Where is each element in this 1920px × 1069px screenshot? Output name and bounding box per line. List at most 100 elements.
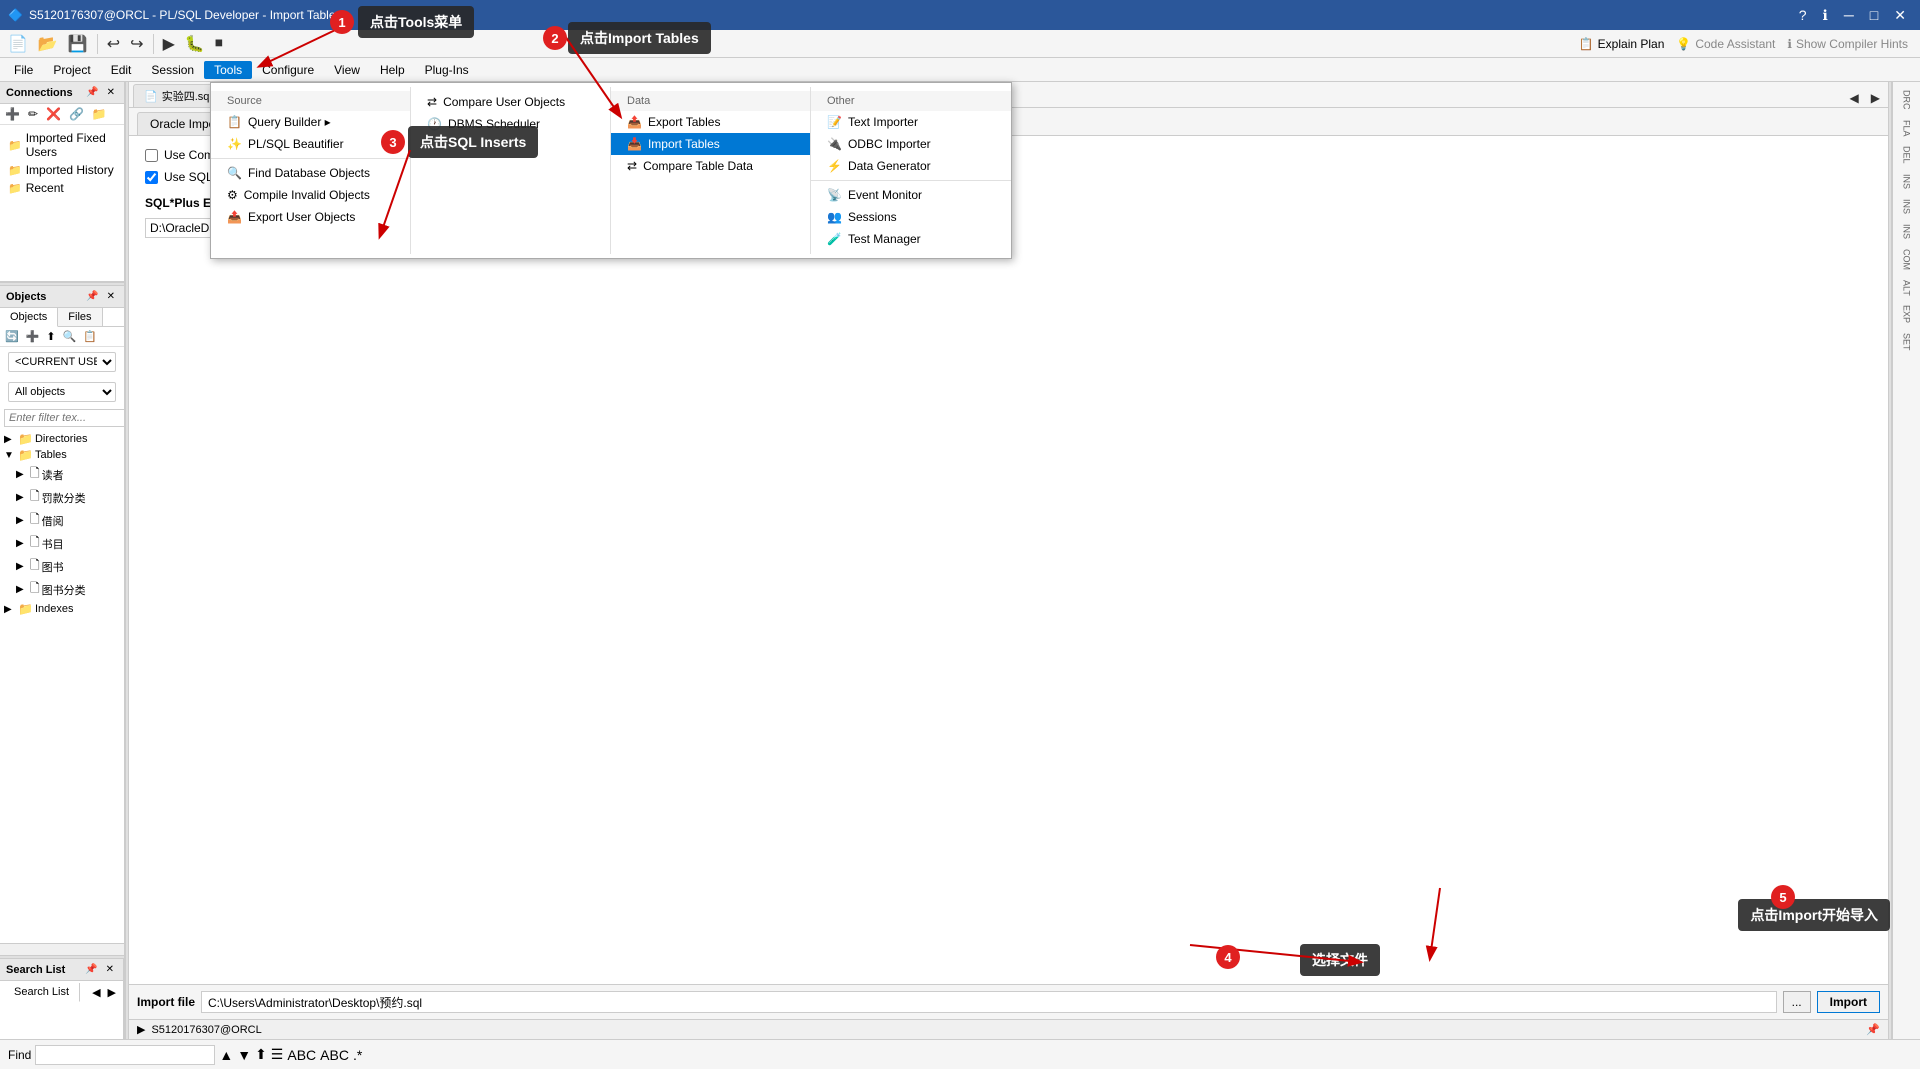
tree-tushu[interactable]: ▶ 🗋 图书 bbox=[0, 555, 124, 578]
stop-btn[interactable]: ⏹ bbox=[211, 33, 227, 55]
tree-fakuan[interactable]: ▶ 🗋 罚款分类 bbox=[0, 486, 124, 509]
user-dropdown[interactable]: <CURRENT USER> bbox=[8, 352, 116, 372]
tree-duzhe[interactable]: ▶ 🗋 读者 bbox=[0, 463, 124, 486]
window-controls[interactable]: ? ℹ ─ □ ✕ bbox=[1793, 5, 1912, 26]
search-nav-left[interactable]: ◀ bbox=[89, 985, 103, 1000]
explain-plan-btn[interactable]: 📋 Explain Plan bbox=[1579, 37, 1665, 51]
compare-user-item[interactable]: ⇄ Compare User Objects bbox=[411, 91, 610, 113]
obj-filter-btn[interactable]: 🔍 bbox=[60, 329, 80, 344]
find-input[interactable] bbox=[35, 1045, 215, 1065]
tree-tushu-fenlei[interactable]: ▶ 🗋 图书分类 bbox=[0, 578, 124, 601]
menu-view[interactable]: View bbox=[324, 61, 370, 79]
import-file-input[interactable] bbox=[201, 991, 1777, 1013]
use-command-window-checkbox[interactable] bbox=[145, 149, 158, 162]
menu-configure[interactable]: Configure bbox=[252, 61, 324, 79]
event-monitor-item[interactable]: 📡 Event Monitor bbox=[811, 184, 1011, 206]
tab-files[interactable]: Files bbox=[58, 308, 102, 326]
edge-ins1[interactable]: INS bbox=[1902, 170, 1912, 193]
edge-alt[interactable]: ALT bbox=[1902, 276, 1912, 300]
tree-tables[interactable]: ▼ 📁 Tables bbox=[0, 447, 124, 463]
find-up-btn[interactable]: ⬆ bbox=[255, 1046, 267, 1063]
menu-help[interactable]: Help bbox=[370, 61, 415, 79]
edge-ins3[interactable]: INS bbox=[1902, 220, 1912, 243]
info-btn[interactable]: ℹ bbox=[1817, 5, 1834, 26]
search-close-btn[interactable]: ✕ bbox=[103, 963, 117, 976]
find-prev-btn[interactable]: ▲ bbox=[219, 1047, 233, 1063]
undo-btn[interactable]: ↩ bbox=[103, 32, 124, 56]
conn-folder-btn[interactable]: 📁 bbox=[89, 106, 110, 122]
edge-exp[interactable]: EXP bbox=[1902, 301, 1912, 327]
edge-del[interactable]: DEL bbox=[1902, 142, 1912, 168]
dbms-scheduler-item[interactable]: 🕐 DBMS Scheduler bbox=[411, 113, 610, 135]
text-importer-item[interactable]: 📝 Text Importer bbox=[811, 111, 1011, 133]
conn-fixed-users[interactable]: 📁 Imported Fixed Users bbox=[0, 129, 124, 161]
menu-file[interactable]: File bbox=[4, 61, 43, 79]
close-btn[interactable]: ✕ bbox=[1888, 5, 1912, 26]
all-objects-dropdown[interactable]: All objects bbox=[8, 382, 116, 402]
menu-plugins[interactable]: Plug-Ins bbox=[415, 61, 479, 79]
conn-close-btn[interactable]: ✕ bbox=[104, 86, 118, 99]
edge-fla[interactable]: FLA bbox=[1902, 116, 1912, 141]
new-btn[interactable]: 📄 bbox=[4, 32, 32, 56]
find-highlight-btn[interactable]: ABC bbox=[287, 1047, 316, 1063]
test-manager-item[interactable]: 🧪 Test Manager bbox=[811, 228, 1011, 250]
find-list-btn[interactable]: ☰ bbox=[271, 1046, 284, 1063]
obj-copy-btn[interactable]: 📋 bbox=[80, 329, 100, 344]
conn-pin-btn[interactable]: 📌 bbox=[83, 86, 101, 99]
import-start-btn[interactable]: Import bbox=[1817, 991, 1880, 1013]
conn-connect-btn[interactable]: 🔗 bbox=[66, 106, 87, 122]
menu-edit[interactable]: Edit bbox=[101, 61, 142, 79]
conn-del-btn[interactable]: ❌ bbox=[43, 106, 64, 122]
menu-tools[interactable]: Tools bbox=[204, 61, 252, 79]
open-btn[interactable]: 📂 bbox=[34, 32, 62, 56]
obj-close-btn[interactable]: ✕ bbox=[104, 290, 118, 303]
tab-scroll-left[interactable]: ◀ bbox=[1846, 89, 1863, 107]
filter-input[interactable] bbox=[4, 409, 125, 427]
tab-objects[interactable]: Objects bbox=[0, 308, 58, 327]
minimize-btn[interactable]: ─ bbox=[1838, 5, 1860, 26]
data-generator-item[interactable]: ⚡ Data Generator bbox=[811, 155, 1011, 177]
find-opt2-btn[interactable]: .* bbox=[353, 1047, 362, 1063]
tab-scroll-right[interactable]: ▶ bbox=[1867, 89, 1884, 107]
menu-session[interactable]: Session bbox=[141, 61, 204, 79]
tree-jieyue[interactable]: ▶ 🗋 借阅 bbox=[0, 509, 124, 532]
debug-btn[interactable]: 🐛 bbox=[181, 32, 209, 56]
use-sqlplus-checkbox[interactable] bbox=[145, 171, 158, 184]
find-db-objects-item[interactable]: 🔍 Find Database Objects bbox=[211, 162, 410, 184]
tree-directories[interactable]: ▶ 📁 Directories bbox=[0, 431, 124, 447]
sessions-item[interactable]: 👥 Sessions bbox=[811, 206, 1011, 228]
compiler-hints-btn[interactable]: ℹ Show Compiler Hints bbox=[1787, 37, 1908, 51]
query-builder-item[interactable]: 📋 Query Builder ▸ bbox=[211, 111, 410, 133]
search-pin-btn[interactable]: 📌 bbox=[82, 963, 100, 976]
conn-recent[interactable]: 📁 Recent bbox=[0, 179, 124, 197]
find-next-btn[interactable]: ▼ bbox=[237, 1047, 251, 1063]
obj-refresh-btn[interactable]: 🔄 bbox=[2, 329, 22, 344]
search-list-tab[interactable]: Search List bbox=[4, 983, 80, 1002]
odbc-importer-item[interactable]: 🔌 ODBC Importer bbox=[811, 133, 1011, 155]
export-tables-item[interactable]: 📤 Export Tables bbox=[611, 111, 810, 133]
edge-ins2[interactable]: INS bbox=[1902, 195, 1912, 218]
find-opt1-btn[interactable]: ABC bbox=[320, 1047, 349, 1063]
conn-imported-history[interactable]: 📁 Imported History bbox=[0, 161, 124, 179]
conn-edit-btn[interactable]: ✏ bbox=[25, 106, 41, 122]
help-btn[interactable]: ? bbox=[1793, 5, 1813, 26]
export-user-item[interactable]: 📤 Export User Objects bbox=[211, 206, 410, 228]
conn-add-btn[interactable]: ➕ bbox=[2, 106, 23, 122]
maximize-btn[interactable]: □ bbox=[1864, 5, 1884, 26]
menu-project[interactable]: Project bbox=[43, 61, 100, 79]
plsql-beautifier-item[interactable]: ✨ PL/SQL Beautifier bbox=[211, 133, 410, 155]
obj-sort-btn[interactable]: ⬆ bbox=[43, 329, 58, 344]
compare-table-data-item[interactable]: ⇄ Compare Table Data bbox=[611, 155, 810, 177]
import-tables-item[interactable]: 📥 Import Tables bbox=[611, 133, 810, 155]
search-nav-right[interactable]: ▶ bbox=[105, 985, 119, 1000]
objects-hscrollbar[interactable] bbox=[0, 943, 124, 955]
edge-drc[interactable]: DRC bbox=[1902, 86, 1912, 114]
tree-indexes[interactable]: ▶ 📁 Indexes bbox=[0, 601, 124, 617]
browse-file-btn[interactable]: ... bbox=[1783, 991, 1811, 1013]
save-btn[interactable]: 💾 bbox=[64, 32, 92, 56]
obj-add-btn[interactable]: ➕ bbox=[23, 329, 43, 344]
compile-invalid-item[interactable]: ⚙ Compile Invalid Objects bbox=[211, 184, 410, 206]
redo-btn[interactable]: ↪ bbox=[126, 32, 147, 56]
edge-set[interactable]: SET bbox=[1902, 329, 1912, 355]
code-assistant-btn[interactable]: 💡 Code Assistant bbox=[1676, 37, 1775, 51]
